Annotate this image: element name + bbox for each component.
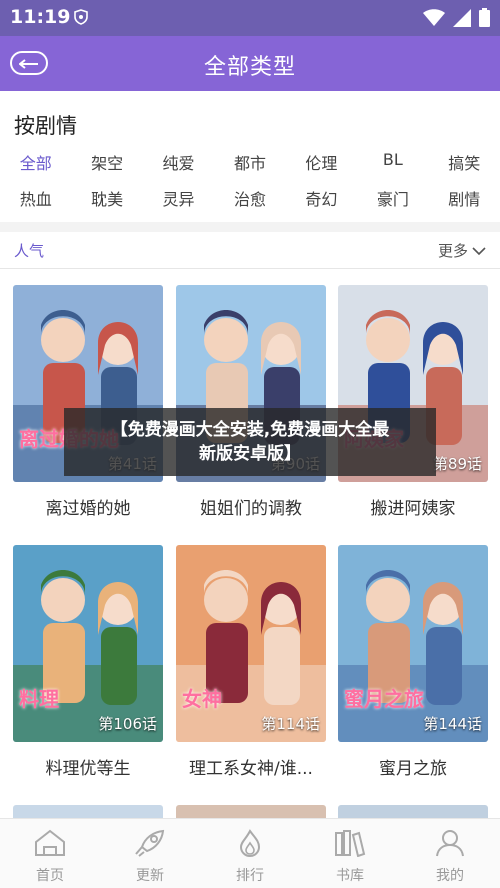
filter-tag[interactable]: 灵异: [143, 186, 214, 210]
filter-row-1: 全部 架空 纯爱 都市 伦理 BL 搞笑: [0, 150, 500, 174]
cover-logo-text: 蜜月之旅: [344, 687, 424, 711]
filter-tag[interactable]: 热血: [0, 186, 71, 210]
signal-icon: [453, 8, 471, 31]
comic-cover-partial[interactable]: [176, 805, 326, 818]
shield-icon: [74, 9, 88, 29]
comic-title[interactable]: 蜜月之旅: [338, 754, 488, 779]
nav-library[interactable]: 书库: [300, 819, 400, 888]
comic-title[interactable]: 料理优等生: [13, 754, 163, 779]
comic-card[interactable]: 蜜月之旅 第144话 蜜月之旅: [338, 545, 488, 779]
filter-tag[interactable]: 搞笑: [429, 150, 500, 174]
battery-icon: [479, 8, 490, 31]
filter-tag[interactable]: 豪门: [357, 186, 428, 210]
more-label: 更多: [437, 242, 468, 260]
app-bar: 全部类型: [0, 36, 500, 91]
comic-cover[interactable]: 女神第114话: [176, 545, 326, 742]
user-icon: [433, 829, 467, 861]
status-time: 11:19: [10, 6, 71, 28]
filter-heading: 按剧情: [14, 114, 77, 138]
cover-logo-text: 女神: [182, 687, 222, 711]
comic-card[interactable]: 阿姨家第89话搬进阿姨家: [338, 285, 488, 519]
nav-label: 排行: [236, 868, 264, 884]
wifi-icon: [423, 8, 445, 31]
promo-overlay: 【免费漫画大全安装,免费漫画大全最 新版安卓版】: [64, 408, 436, 476]
comic-card[interactable]: 第90话姐姐们的调教: [176, 285, 326, 519]
filter-row-2: 热血 耽美 灵异 治愈 奇幻 豪门 剧情: [0, 186, 500, 210]
nav-update[interactable]: 更新: [100, 819, 200, 888]
list-divider: [0, 268, 500, 269]
bottom-nav: 首页 更新 排行 书库 我的: [0, 818, 500, 888]
comic-cover[interactable]: 蜜月之旅第144话: [338, 545, 488, 742]
chapter-count: 第106话: [98, 715, 157, 733]
chapter-count: 第114话: [261, 715, 320, 733]
nav-rank[interactable]: 排行: [200, 819, 300, 888]
comic-title[interactable]: 理工系女神/谁...: [176, 754, 326, 779]
filter-tag[interactable]: 耽美: [71, 186, 142, 210]
filter-tag[interactable]: 治愈: [214, 186, 285, 210]
comic-title[interactable]: 搬进阿姨家: [338, 494, 488, 519]
nav-label: 更新: [136, 868, 164, 884]
comic-card[interactable]: 女神第114话理工系女神/谁...: [176, 545, 326, 779]
status-bar: 11:19: [0, 0, 500, 36]
rocket-icon: [133, 829, 167, 861]
page-title: 全部类型: [203, 55, 296, 80]
cover-logo-text: 料理: [19, 687, 59, 711]
overlay-line-2: 新版安卓版】: [199, 444, 301, 464]
flame-icon: [233, 829, 267, 861]
filter-tag[interactable]: 奇幻: [286, 186, 357, 210]
filter-tag[interactable]: 全部: [0, 150, 71, 174]
filter-tag[interactable]: 纯爱: [143, 150, 214, 174]
comic-title[interactable]: 离过婚的她: [13, 494, 163, 519]
books-icon: [333, 829, 367, 861]
chapter-count: 第89话: [432, 455, 482, 473]
nav-home[interactable]: 首页: [0, 819, 100, 888]
chevron-down-icon: [472, 242, 486, 260]
overlay-line-1: 【免费漫画大全安装,免费漫画大全最: [110, 420, 390, 440]
comic-card[interactable]: 料理第106话料理优等生: [13, 545, 163, 779]
comic-cover-partial[interactable]: [338, 805, 488, 818]
filter-tag[interactable]: 剧情: [429, 186, 500, 210]
comic-cover-partial[interactable]: [13, 805, 163, 818]
comic-title[interactable]: 姐姐们的调教: [176, 494, 326, 519]
filter-tag[interactable]: 伦理: [286, 150, 357, 174]
filter-tag[interactable]: 架空: [71, 150, 142, 174]
comic-cover[interactable]: 料理第106话: [13, 545, 163, 742]
chapter-count: 第144话: [423, 715, 482, 733]
nav-label: 首页: [36, 868, 64, 884]
more-button[interactable]: 更多: [438, 240, 486, 261]
nav-profile[interactable]: 我的: [400, 819, 500, 888]
filter-tag[interactable]: 都市: [214, 150, 285, 174]
section-divider: [0, 222, 500, 232]
nav-label: 书库: [336, 868, 364, 884]
comic-card[interactable]: 离过婚的她第41话离过婚的她: [13, 285, 163, 519]
filter-tag[interactable]: BL: [357, 150, 428, 174]
sort-label[interactable]: 人气: [14, 240, 44, 261]
home-icon: [33, 829, 67, 861]
nav-label: 我的: [436, 868, 464, 884]
